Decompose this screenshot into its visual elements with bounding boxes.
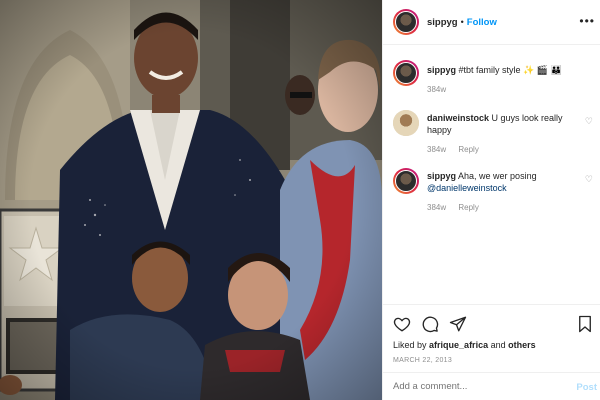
comment-time[interactable]: 384w xyxy=(427,145,446,154)
post-date[interactable]: MARCH 22, 2013 xyxy=(393,357,452,364)
reply-button[interactable]: Reply xyxy=(458,145,478,154)
comments-section: sippyg #tbt family style ✨ 🎬 👪 384w dani… xyxy=(383,46,600,304)
comment-item: sippyg Aha, we wer posing @danielleweins… xyxy=(393,168,593,214)
comment-time[interactable]: 384w xyxy=(427,203,446,212)
like-heart-icon[interactable] xyxy=(393,315,411,333)
liked-by-joiner: and xyxy=(490,340,506,350)
caption-emojis: ✨ 🎬 👪 xyxy=(523,65,562,75)
comment-mention[interactable]: @danielleweinstock xyxy=(427,183,507,193)
post-header: sippyg • Follow ••• xyxy=(383,0,600,45)
post-side-panel: sippyg • Follow ••• sippyg #tbt family s… xyxy=(382,0,600,400)
add-comment-bar: Post xyxy=(383,372,600,400)
reply-button[interactable]: Reply xyxy=(458,203,478,212)
comment-text: Aha, we wer posing xyxy=(458,171,537,181)
caption-text: #tbt family style xyxy=(458,65,521,75)
more-options-icon[interactable]: ••• xyxy=(579,14,595,28)
comment-bubble-icon[interactable] xyxy=(421,315,439,333)
save-bookmark-icon[interactable] xyxy=(577,315,593,333)
family-photo-illustration xyxy=(0,0,382,400)
commenter-avatar[interactable] xyxy=(393,168,419,194)
author-username[interactable]: sippyg xyxy=(427,17,458,28)
post-comment-button[interactable]: Post xyxy=(576,382,597,393)
liked-by-others[interactable]: others xyxy=(508,340,536,350)
post-photo[interactable] xyxy=(0,0,382,400)
caption-time[interactable]: 384w xyxy=(427,85,446,94)
post-actions: Liked by afrique_africa and others MARCH… xyxy=(383,304,600,372)
caption: sippyg #tbt family style ✨ 🎬 👪 384w xyxy=(393,60,593,96)
add-comment-input[interactable] xyxy=(393,381,553,392)
liked-by-prefix: Liked by xyxy=(393,340,427,350)
comment-item: daniweinstock U guys look really happy 3… xyxy=(393,110,593,156)
follow-button[interactable]: Follow xyxy=(467,17,497,28)
author-avatar[interactable] xyxy=(393,9,419,35)
share-send-icon[interactable] xyxy=(449,315,467,333)
like-comment-heart-icon[interactable]: ♡ xyxy=(585,116,593,127)
comment-username[interactable]: daniweinstock xyxy=(427,113,489,123)
caption-avatar[interactable] xyxy=(393,60,419,86)
commenter-avatar[interactable] xyxy=(393,110,419,136)
liked-by-user[interactable]: afrique_africa xyxy=(429,340,488,350)
separator-dot: • xyxy=(460,17,464,27)
caption-username[interactable]: sippyg xyxy=(427,65,456,75)
instagram-post: sippyg • Follow ••• sippyg #tbt family s… xyxy=(0,0,600,400)
like-comment-heart-icon[interactable]: ♡ xyxy=(585,174,593,185)
comment-username[interactable]: sippyg xyxy=(427,171,456,181)
liked-by-line: Liked by afrique_africa and others xyxy=(393,340,536,350)
